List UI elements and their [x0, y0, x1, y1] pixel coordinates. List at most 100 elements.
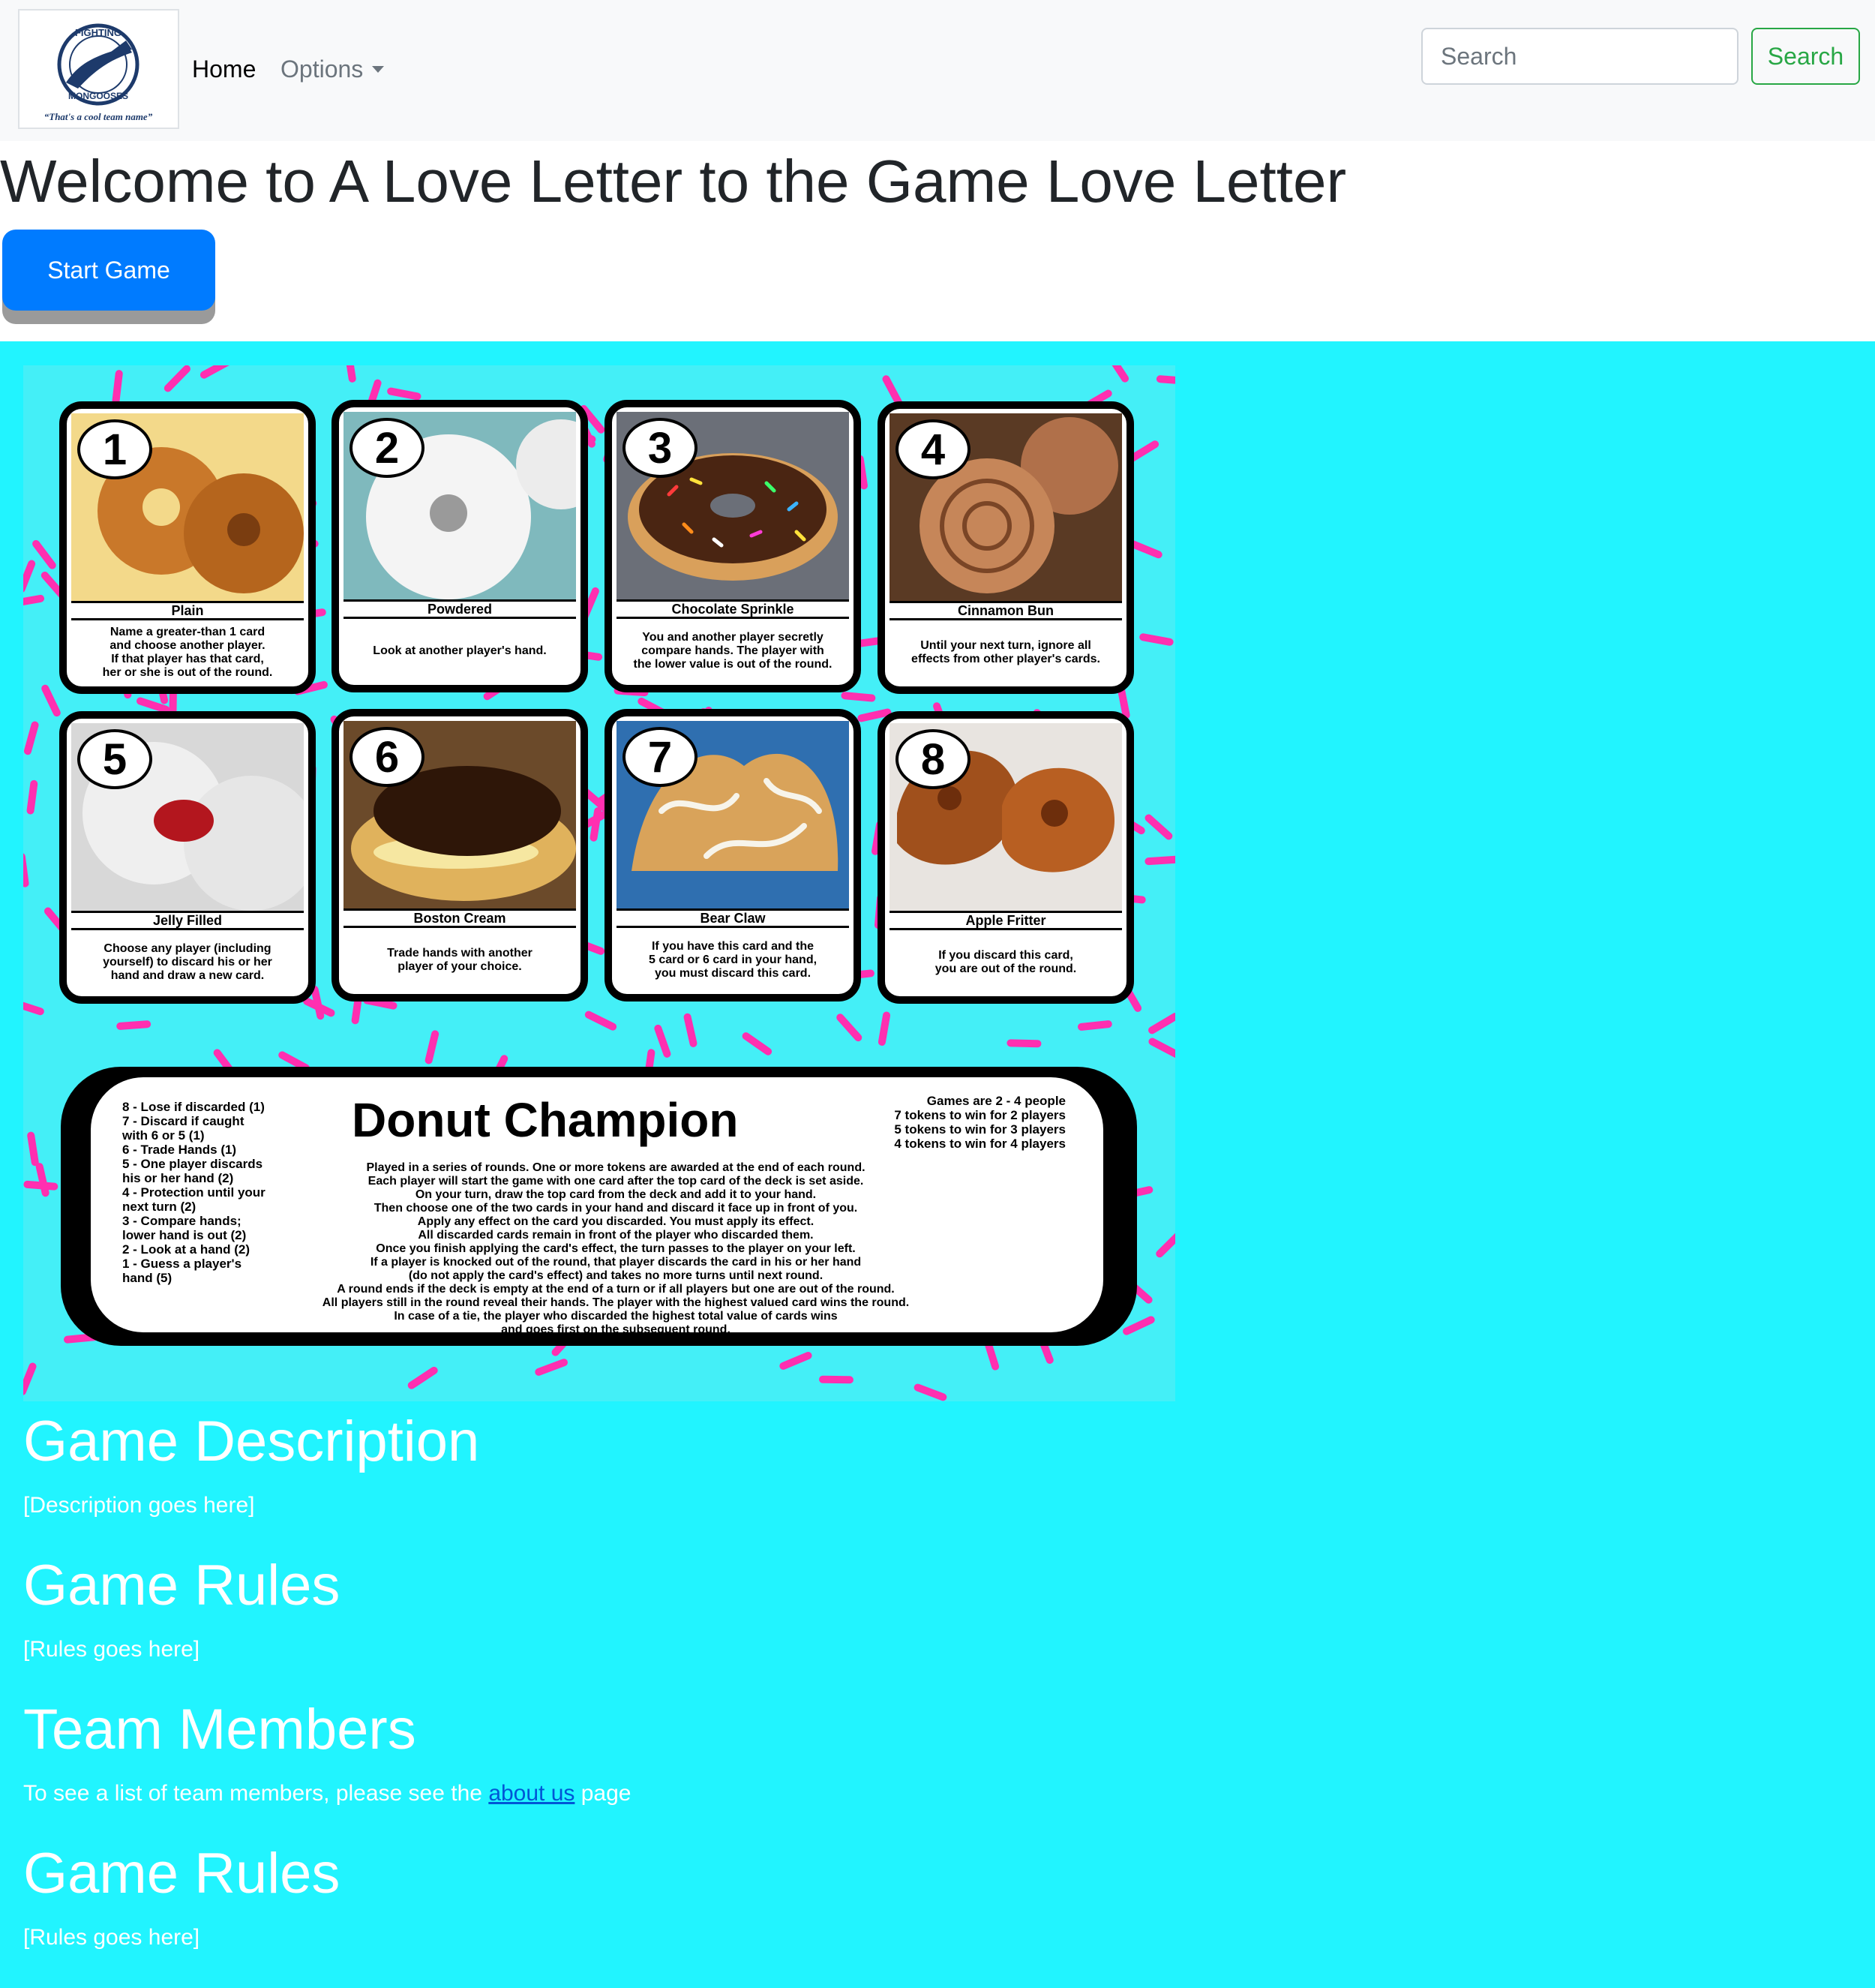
sprinkle: [654, 1024, 671, 1058]
card-3: 3 Chocolate Sprinkle You and another pla…: [604, 400, 861, 692]
sprinkle: [1148, 1012, 1175, 1035]
sprinkle: [841, 692, 876, 702]
card-4: 4 Cinnamon Bun Until your next turn, ign…: [878, 401, 1134, 694]
game-rules-heading: Game Rules: [23, 1554, 340, 1617]
sprinkle: [23, 1362, 37, 1395]
sprinkle: [1148, 1038, 1175, 1059]
card-text: Look at another player's hand.: [373, 644, 547, 657]
card-name: Jelly Filled: [71, 911, 304, 930]
player-count-info: Games are 2 - 4 people 7 tokens to win f…: [894, 1094, 1066, 1151]
mongoose-logo-icon: FIGHTING MONGOOSES “That's a cool team n…: [44, 23, 153, 122]
card-text: Name a greater-than 1 card and choose an…: [102, 626, 273, 679]
sprinkle: [1077, 1020, 1112, 1031]
card-5: 5 Jelly Filled Choose any player (includ…: [59, 711, 316, 1004]
card-number: 2: [350, 418, 424, 478]
sprinkle: [584, 1011, 617, 1031]
sprinkle: [424, 1030, 440, 1065]
sprinkle: [1156, 1233, 1175, 1258]
card-1: 1 Plain Name a greater-than 1 card and c…: [59, 401, 316, 694]
board-rules-text: Played in a series of rounds. One or mor…: [322, 1161, 910, 1336]
start-game-button[interactable]: Start Game: [2, 230, 215, 311]
svg-text:MONGOOSES: MONGOOSES: [68, 91, 128, 101]
sprinkle: [1144, 814, 1173, 840]
team-logo[interactable]: FIGHTING MONGOOSES “That's a cool team n…: [18, 9, 179, 129]
sprinkle: [878, 1011, 891, 1046]
sprinkle: [23, 853, 29, 887]
game-board-image: 1 Plain Name a greater-than 1 card and c…: [23, 365, 1175, 1401]
sprinkle: [1117, 685, 1130, 719]
sprinkle: [1128, 440, 1160, 462]
sprinkle: [27, 1131, 39, 1167]
rules-panel-inner: 8 - Lose if discarded (1) 7 - Discard if…: [91, 1077, 1103, 1336]
card-number: 4: [896, 419, 970, 479]
card-text: If you have this card and the 5 card or …: [648, 940, 818, 980]
card-text: If you discard this card, you are out of…: [934, 949, 1077, 975]
card-name: Bear Claw: [616, 908, 849, 928]
game-rules-text-2: [Rules goes here]: [23, 1925, 200, 1950]
game-rules-text: [Rules goes here]: [23, 1637, 200, 1662]
navbar: FIGHTING MONGOOSES “That's a cool team n…: [0, 0, 1875, 141]
card-number: 5: [77, 729, 152, 789]
card-name: Cinnamon Bun: [890, 601, 1122, 620]
card-text: Choose any player (including yourself) t…: [103, 942, 272, 982]
card-8: 8 Apple Fritter If you discard this card…: [878, 711, 1134, 1004]
card-text: Until your next turn, ignore all effects…: [911, 639, 1100, 665]
nav-home-link[interactable]: Home: [192, 56, 256, 83]
search-input[interactable]: [1421, 28, 1738, 85]
card-number: 1: [77, 419, 152, 479]
sprinkle: [23, 594, 45, 605]
about-us-link[interactable]: about us: [488, 1781, 574, 1806]
sprinkle: [278, 1051, 310, 1072]
sprinkle: [164, 365, 190, 392]
card-6: 6 Boston Cream Trade hands with another …: [332, 709, 588, 1002]
card-name: Powdered: [344, 599, 576, 619]
sprinkle: [683, 1013, 698, 1047]
card-number: 8: [896, 729, 970, 789]
search-button[interactable]: Search: [1751, 28, 1860, 85]
sprinkle: [1156, 375, 1175, 384]
sprinkle: [1112, 365, 1130, 383]
sprinkle: [112, 370, 123, 404]
sprinkle: [23, 1002, 44, 1016]
sprinkle: [1006, 1039, 1042, 1048]
card-2: 2 Powdered Look at another player's hand…: [332, 400, 588, 692]
sprinkle: [914, 1383, 947, 1401]
sprinkle: [387, 387, 422, 401]
sprinkle: [1139, 633, 1174, 646]
sprinkle: [779, 1351, 812, 1370]
sprinkle: [200, 365, 230, 379]
sprinkle: [23, 721, 39, 755]
sprinkle: [1123, 1316, 1155, 1335]
card-number: 3: [622, 418, 698, 478]
sprinkle: [23, 1180, 58, 1191]
card-name: Apple Fritter: [890, 911, 1122, 930]
sprinkle: [303, 997, 335, 1017]
card-text: You and another player secretly compare …: [633, 631, 832, 671]
card-name: Plain: [71, 601, 304, 620]
card-name: Chocolate Sprinkle: [616, 599, 849, 619]
sprinkle: [836, 1014, 862, 1042]
sprinkle: [1144, 855, 1175, 866]
card-text: Trade hands with another player of your …: [387, 947, 532, 973]
game-rules-heading-2: Game Rules: [23, 1842, 340, 1905]
sprinkle: [535, 1359, 568, 1376]
card-7: 7 Bear Claw If you have this card and th…: [604, 709, 861, 1002]
sprinkle: [32, 539, 56, 569]
game-description-heading: Game Description: [23, 1410, 480, 1473]
team-members-heading: Team Members: [23, 1698, 416, 1761]
sprinkle: [23, 560, 36, 593]
rules-panel: 8 - Lose if discarded (1) 7 - Discard if…: [61, 1067, 1137, 1346]
header-section: Welcome to A Love Letter to the Game Lov…: [0, 141, 1875, 341]
board-title: Donut Champion: [352, 1093, 739, 1147]
sprinkle: [882, 375, 903, 407]
nav-options-dropdown[interactable]: Options: [280, 56, 385, 83]
game-description-text: [Description goes here]: [23, 1493, 255, 1518]
sprinkle: [41, 684, 61, 717]
card-number: 7: [622, 727, 698, 787]
sprinkle: [346, 365, 356, 383]
team-text-after: page: [580, 1781, 632, 1806]
team-text-before: To see a list of team members, please se…: [23, 1781, 482, 1806]
caret-down-icon: [372, 66, 385, 73]
sprinkle: [407, 1366, 438, 1389]
page-title: Welcome to A Love Letter to the Game Lov…: [0, 148, 1347, 215]
